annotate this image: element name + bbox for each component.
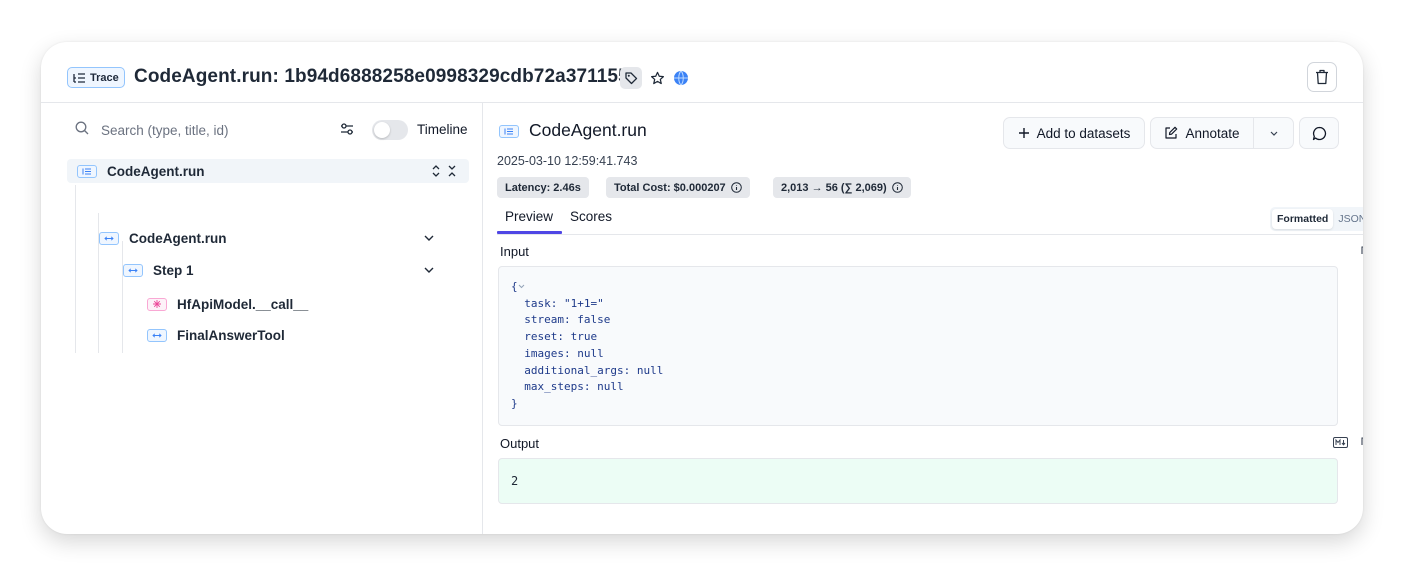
tab-preview[interactable]: Preview	[505, 209, 553, 224]
trace-tree-panel: Timeline CodeAgent.run CodeAgent.run	[41, 103, 483, 534]
tree-node[interactable]: HfApiModel.__call__	[147, 292, 469, 316]
trace-icon	[77, 164, 97, 178]
search-input[interactable]	[99, 116, 333, 144]
delete-button[interactable]	[1307, 62, 1337, 92]
tree-node-label: HfApiModel.__call__	[177, 296, 309, 312]
format-json-option[interactable]: JSON	[1333, 209, 1363, 229]
span-icon	[123, 263, 143, 277]
json-line: {	[511, 280, 518, 293]
search-icon	[75, 121, 89, 135]
format-formatted-option[interactable]: Formatted	[1272, 209, 1334, 229]
tree-node[interactable]: Step 1	[123, 258, 469, 282]
tree-node-label: CodeAgent.run	[107, 163, 205, 179]
token-usage-text: 2,013 → 56 (∑ 2,069)	[781, 181, 887, 194]
annotate-menu-button[interactable]	[1253, 117, 1294, 149]
page-title: CodeAgent.run: 1b94d6888258e0998329cdb72…	[134, 66, 629, 87]
annotate-label: Annotate	[1185, 125, 1240, 141]
tag-icon[interactable]	[620, 67, 642, 89]
globe-icon[interactable]	[670, 67, 692, 89]
trace-type-badge: Trace	[67, 67, 125, 88]
chevron-down-icon	[1270, 131, 1277, 136]
json-line: additional_args: null	[511, 363, 664, 377]
expand-collapse-icon[interactable]	[431, 165, 441, 177]
annotate-button[interactable]: Annotate	[1150, 117, 1254, 149]
comment-icon	[1312, 126, 1326, 140]
latency-badge: Latency: 2.46s	[497, 177, 589, 198]
tree-node-label: CodeAgent.run	[129, 230, 227, 246]
tree-node-label: FinalAnswerTool	[177, 327, 285, 343]
trace-badge-label: Trace	[90, 71, 119, 84]
collapse-object-icon[interactable]	[518, 284, 525, 289]
info-icon	[891, 182, 903, 193]
format-toggle: Formatted JSON	[1270, 207, 1363, 231]
latency-text: Latency: 2.46s	[505, 181, 581, 194]
timestamp: 2025-03-10 12:59:41.743	[497, 154, 638, 168]
timeline-label: Timeline	[417, 122, 468, 137]
trace-header: Trace CodeAgent.run: 1b94d6888258e099832…	[41, 42, 1363, 103]
json-line: }	[511, 396, 518, 410]
comments-button[interactable]	[1299, 117, 1339, 149]
star-icon[interactable]	[646, 67, 668, 89]
markdown-icon[interactable]	[1333, 437, 1348, 448]
cost-text: Total Cost: $0.000207	[614, 181, 726, 194]
copy-icon[interactable]	[1361, 437, 1363, 449]
input-label: Input	[500, 244, 529, 259]
add-to-datasets-button[interactable]: Add to datasets	[1003, 117, 1145, 149]
output-label: Output	[500, 436, 540, 451]
trace-icon	[499, 125, 519, 138]
tree-guide-line	[75, 185, 76, 353]
output-viewer[interactable]: 2	[498, 458, 1338, 504]
tree-node[interactable]: CodeAgent.run	[99, 226, 469, 250]
plus-icon	[1018, 128, 1029, 138]
trash-icon	[1316, 69, 1328, 85]
json-line: task: "1+1="	[511, 296, 604, 310]
tab-scores[interactable]: Scores	[570, 209, 612, 224]
collapse-all-icon[interactable]	[447, 165, 457, 177]
token-usage-badge[interactable]: 2,013 → 56 (∑ 2,069)	[773, 177, 911, 198]
settings-sliders-icon[interactable]	[340, 122, 354, 136]
trace-panel: Trace CodeAgent.run: 1b94d6888258e099832…	[41, 42, 1363, 534]
json-line: reset: true	[511, 330, 598, 344]
span-icon	[99, 231, 119, 245]
chevron-down-icon[interactable]	[424, 267, 434, 274]
output-value: 2	[511, 474, 519, 488]
add-to-datasets-label: Add to datasets	[1036, 125, 1131, 141]
input-json-viewer[interactable]: { task: "1+1=" stream: false reset: true…	[498, 266, 1338, 426]
generation-icon	[147, 297, 167, 311]
list-tree-icon	[73, 72, 85, 83]
tabs-divider	[497, 234, 1363, 235]
tree-node-root[interactable]: CodeAgent.run	[67, 159, 469, 183]
cost-badge[interactable]: Total Cost: $0.000207	[606, 177, 750, 198]
observation-title: CodeAgent.run	[529, 120, 647, 140]
json-line: images: null	[511, 346, 604, 360]
json-line: stream: false	[511, 313, 611, 327]
json-line: max_steps: null	[511, 380, 624, 394]
edit-icon	[1165, 126, 1178, 139]
timeline-toggle[interactable]	[372, 120, 408, 140]
copy-icon[interactable]	[1361, 246, 1363, 258]
span-icon	[147, 328, 167, 342]
chevron-down-icon[interactable]	[424, 235, 434, 242]
info-icon	[730, 182, 742, 193]
tree-node-label: Step 1	[153, 262, 194, 278]
tree-node[interactable]: FinalAnswerTool	[147, 323, 469, 347]
